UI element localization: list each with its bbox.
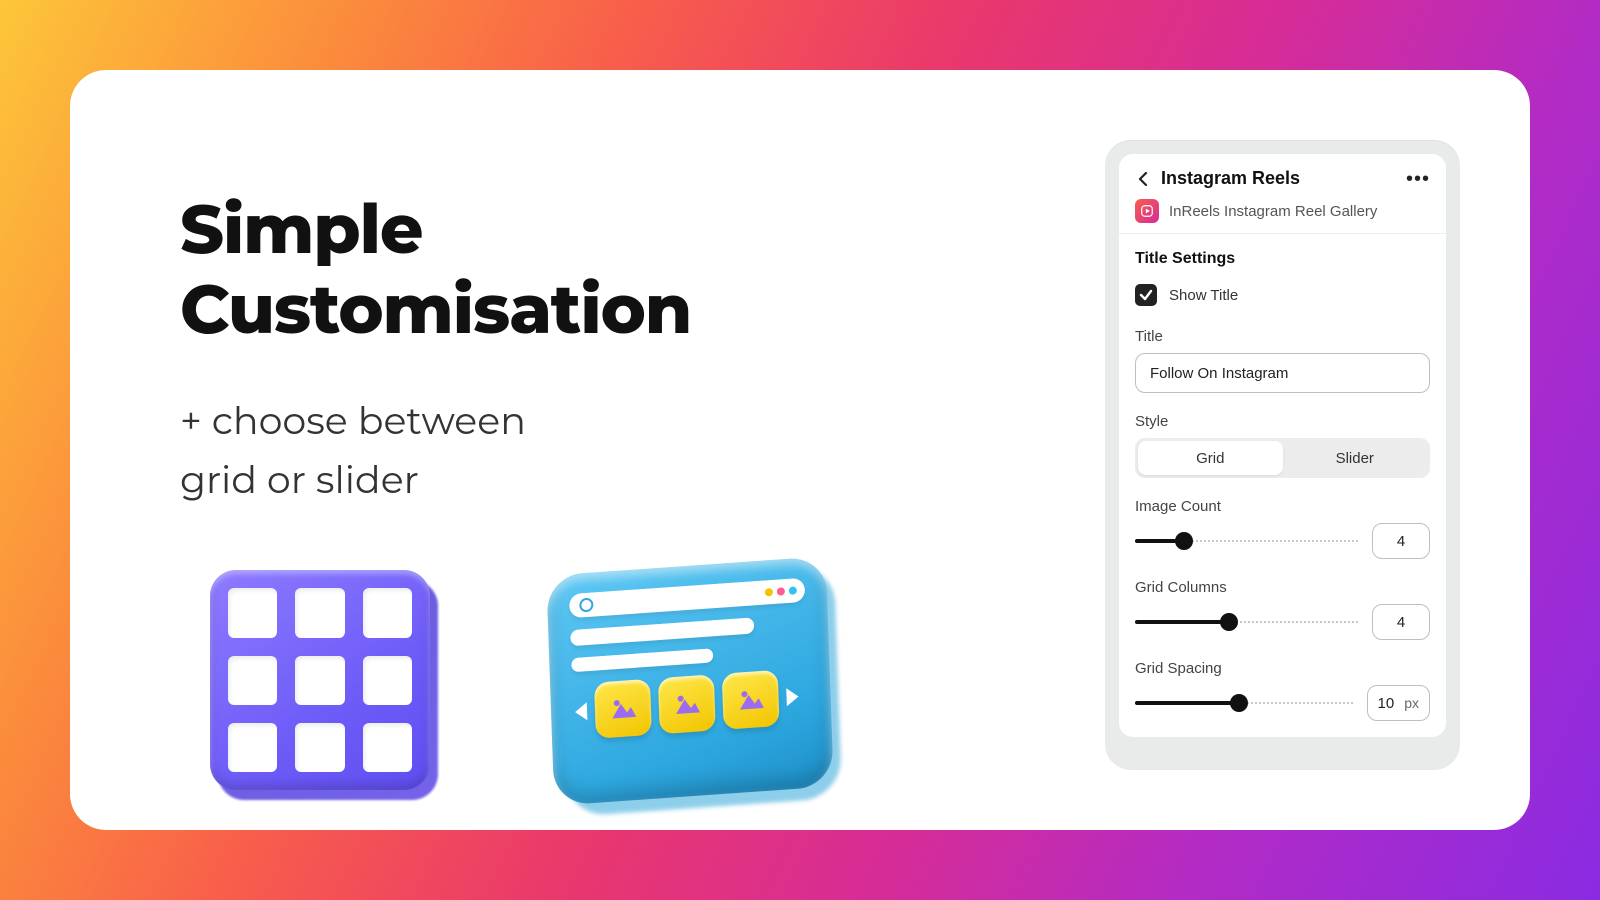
- subheadline: + choose between grid or slider: [180, 392, 1060, 510]
- sub-line-2: grid or slider: [180, 456, 419, 503]
- illustration-row: [180, 570, 1060, 800]
- back-button[interactable]: [1135, 171, 1151, 187]
- sub-line-1: + choose between: [180, 397, 526, 444]
- grid-columns-slider[interactable]: [1135, 612, 1358, 632]
- show-title-checkbox[interactable]: [1135, 284, 1157, 306]
- hero-copy: Simple Customisation + choose between gr…: [180, 140, 1060, 770]
- settings-panel-wrap: Instagram Reels ••• InReels Instagram Re…: [1060, 140, 1460, 770]
- grid-spacing-label: Grid Spacing: [1135, 660, 1430, 677]
- app-icon: [1135, 199, 1159, 223]
- style-option-grid[interactable]: Grid: [1138, 441, 1283, 475]
- show-title-label: Show Title: [1169, 287, 1238, 304]
- panel-title: Instagram Reels: [1161, 168, 1396, 189]
- headline-line-2: Customisation: [180, 268, 691, 351]
- image-count-label: Image Count: [1135, 498, 1430, 515]
- settings-panel: Instagram Reels ••• InReels Instagram Re…: [1105, 140, 1460, 770]
- image-count-slider[interactable]: [1135, 531, 1358, 551]
- grid-spacing-slider[interactable]: [1135, 693, 1353, 713]
- image-count-value[interactable]: 4: [1372, 523, 1430, 559]
- section-title: Title Settings: [1135, 250, 1430, 268]
- title-input[interactable]: [1135, 353, 1430, 393]
- slider-icon: [546, 556, 833, 806]
- grid-columns-value[interactable]: 4: [1372, 604, 1430, 640]
- headline: Simple Customisation: [180, 190, 1060, 350]
- headline-line-1: Simple: [180, 188, 423, 271]
- app-row: InReels Instagram Reel Gallery: [1135, 199, 1430, 223]
- chevron-right-icon: [786, 688, 799, 707]
- more-button[interactable]: •••: [1406, 174, 1430, 184]
- style-option-slider[interactable]: Slider: [1283, 441, 1428, 475]
- style-segmented: Grid Slider: [1135, 438, 1430, 478]
- grid-spacing-value[interactable]: 10 px: [1367, 685, 1430, 721]
- title-field-label: Title: [1135, 328, 1430, 345]
- grid-spacing-unit: px: [1404, 695, 1419, 711]
- grid-columns-label: Grid Columns: [1135, 579, 1430, 596]
- style-field-label: Style: [1135, 413, 1430, 430]
- panel-header: Instagram Reels ••• InReels Instagram Re…: [1119, 154, 1446, 234]
- promo-card: Simple Customisation + choose between gr…: [70, 70, 1530, 830]
- grid-icon: [210, 570, 430, 790]
- app-name: InReels Instagram Reel Gallery: [1169, 203, 1377, 220]
- chevron-left-icon: [575, 703, 588, 722]
